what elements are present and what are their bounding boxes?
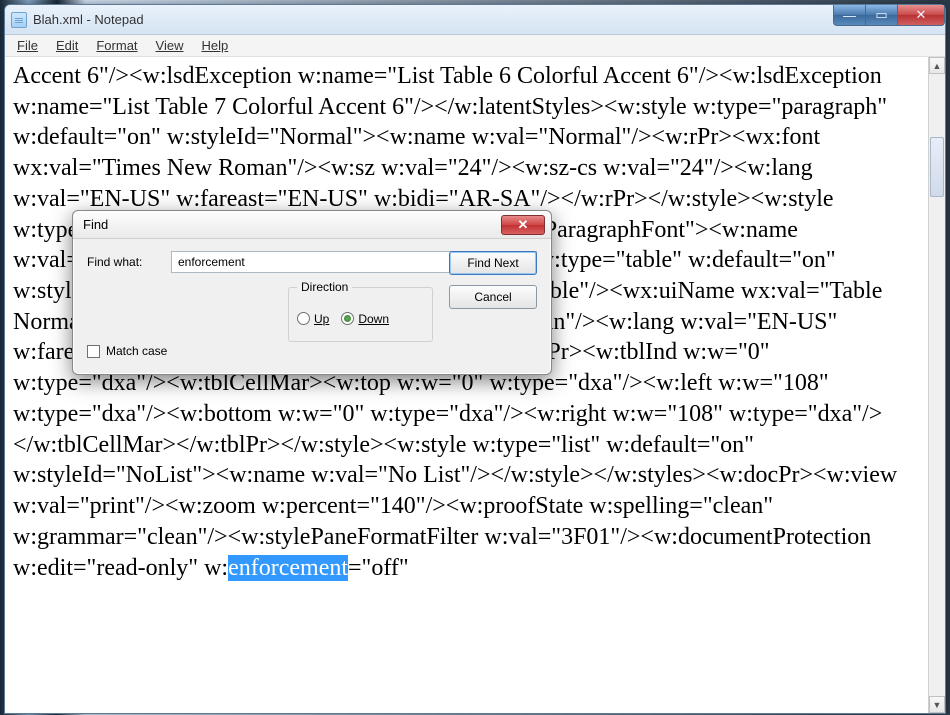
find-titlebar[interactable]: Find ✕ <box>73 211 551 239</box>
find-dialog[interactable]: Find ✕ Find what: Find Next Cancel Direc… <box>72 210 552 375</box>
direction-legend: Direction <box>297 280 352 294</box>
notepad-icon <box>11 12 27 28</box>
radio-icon <box>297 312 310 325</box>
menubar: File Edit Format View Help <box>5 35 945 57</box>
direction-down-radio[interactable]: Down <box>341 312 389 326</box>
selected-text: enforcement <box>228 555 348 581</box>
maximize-button[interactable]: ▭ <box>865 5 897 26</box>
find-next-button[interactable]: Find Next <box>449 251 537 275</box>
editor-area: Accent 6"/><w:lsdException w:name="List … <box>5 57 945 713</box>
menu-format[interactable]: Format <box>88 36 145 55</box>
text-content[interactable]: Accent 6"/><w:lsdException w:name="List … <box>5 57 928 713</box>
find-close-button[interactable]: ✕ <box>501 215 545 235</box>
vertical-scrollbar[interactable]: ▲ ▼ <box>928 57 945 713</box>
scroll-thumb[interactable] <box>930 137 944 197</box>
minimize-button[interactable]: — <box>833 5 865 26</box>
window-controls: — ▭ ✕ <box>833 5 945 26</box>
checkbox-icon <box>87 345 100 358</box>
text-post: ="off" <box>348 555 409 581</box>
find-what-label: Find what: <box>87 255 159 269</box>
cancel-button[interactable]: Cancel <box>449 285 537 309</box>
menu-file[interactable]: File <box>9 36 46 55</box>
menu-help[interactable]: Help <box>193 36 236 55</box>
scroll-down-icon[interactable]: ▼ <box>929 696 945 713</box>
menu-edit[interactable]: Edit <box>48 36 86 55</box>
match-case-checkbox[interactable]: Match case <box>87 344 167 358</box>
direction-group: Direction Up Down <box>288 287 433 342</box>
direction-up-radio[interactable]: Up <box>297 312 329 326</box>
menu-view[interactable]: View <box>148 36 192 55</box>
titlebar[interactable]: Blah.xml - Notepad — ▭ ✕ <box>5 5 945 35</box>
radio-icon <box>341 312 354 325</box>
find-title-text: Find <box>83 217 108 232</box>
close-button[interactable]: ✕ <box>897 5 945 26</box>
find-body: Find what: Find Next Cancel Direction Up… <box>73 239 551 374</box>
window-title: Blah.xml - Notepad <box>33 12 144 27</box>
scroll-up-icon[interactable]: ▲ <box>929 57 945 74</box>
